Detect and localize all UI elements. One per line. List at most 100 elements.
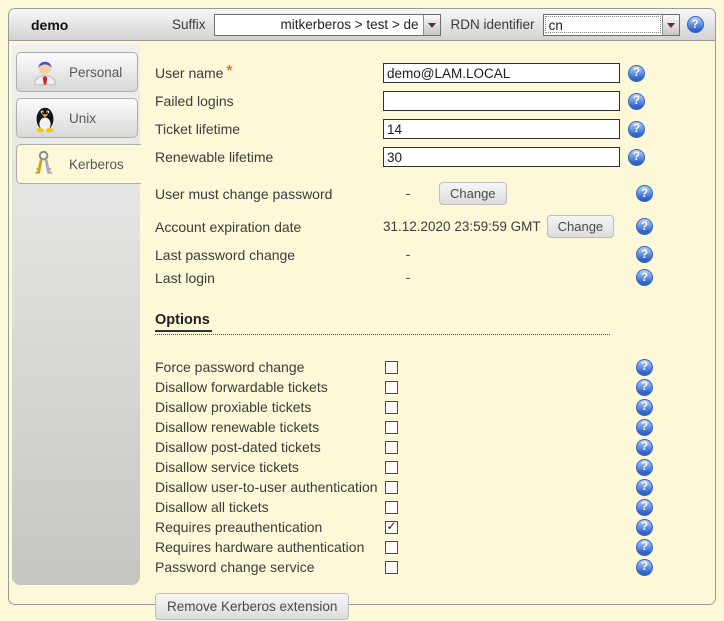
help-icon[interactable]: ? xyxy=(628,121,645,138)
help-icon[interactable]: ? xyxy=(687,16,704,33)
checkbox-password-change-service[interactable] xyxy=(385,561,398,574)
help-icon[interactable]: ? xyxy=(636,359,653,376)
info-row-last-login: Last login - ? xyxy=(155,266,715,289)
status-section: User must change password - Change ? Acc… xyxy=(155,177,715,289)
help-icon[interactable]: ? xyxy=(636,399,653,416)
option-row: Disallow forwardable tickets ? xyxy=(155,377,715,397)
help-icon[interactable]: ? xyxy=(636,269,653,286)
option-row: Disallow service tickets ? xyxy=(155,457,715,477)
change-password-button[interactable]: Change xyxy=(439,182,507,205)
account-expiration-value: 31.12.2020 23:59:59 GMT xyxy=(383,219,541,234)
help-icon[interactable]: ? xyxy=(636,218,653,235)
help-icon[interactable]: ? xyxy=(636,185,653,202)
renewable-lifetime-input[interactable] xyxy=(383,147,620,167)
failed-logins-label: Failed logins xyxy=(155,93,383,109)
suffix-label: Suffix xyxy=(172,17,206,32)
help-icon[interactable]: ? xyxy=(628,149,645,166)
account-title: demo xyxy=(17,17,172,33)
options-heading-text: Options xyxy=(155,312,212,332)
help-icon[interactable]: ? xyxy=(636,419,653,436)
tab-unix[interactable]: Unix xyxy=(16,98,138,138)
help-icon[interactable]: ? xyxy=(636,539,653,556)
info-row-must-change-password: User must change password - Change ? xyxy=(155,177,715,210)
force-password-change-label: Force password change xyxy=(155,359,383,375)
dropdown-arrow-button[interactable] xyxy=(662,15,679,35)
suffix-select-value: mitkerberos > test > de xyxy=(215,17,423,32)
help-icon[interactable]: ? xyxy=(628,93,645,110)
required-marker: * xyxy=(226,62,232,79)
change-expiration-button[interactable]: Change xyxy=(547,215,615,238)
checkbox-force-password-change[interactable] xyxy=(385,361,398,374)
tab-kerberos[interactable]: Kerberos xyxy=(16,144,141,184)
kerberos-form: User name* ? Failed logins ? Ticket life… xyxy=(140,41,715,605)
tab-label: Unix xyxy=(69,111,96,126)
options-section: Force password change ? Disallow forward… xyxy=(155,357,715,577)
help-icon[interactable]: ? xyxy=(636,479,653,496)
last-password-change-value: - xyxy=(383,247,433,262)
disallow-service-tickets-label: Disallow service tickets xyxy=(155,459,383,475)
info-row-account-expiration: Account expiration date 31.12.2020 23:59… xyxy=(155,210,715,243)
help-icon[interactable]: ? xyxy=(636,379,653,396)
module-tab-sidebar: Personal Unix xyxy=(12,44,140,585)
options-heading: Options xyxy=(155,311,610,335)
checkbox-disallow-proxiable-tickets[interactable] xyxy=(385,401,398,414)
disallow-renewable-tickets-label: Disallow renewable tickets xyxy=(155,419,383,435)
help-icon[interactable]: ? xyxy=(636,499,653,516)
option-row: Password change service ? xyxy=(155,557,715,577)
help-icon[interactable]: ? xyxy=(636,439,653,456)
chevron-down-icon xyxy=(428,23,436,32)
checkbox-requires-hardware-authentication[interactable] xyxy=(385,541,398,554)
last-login-label: Last login xyxy=(155,270,383,286)
password-change-service-label: Password change service xyxy=(155,559,383,575)
option-row: Disallow renewable tickets ? xyxy=(155,417,715,437)
checkbox-disallow-post-dated-tickets[interactable] xyxy=(385,441,398,454)
field-row-renewable-lifetime: Renewable lifetime ? xyxy=(155,143,715,171)
option-row: Requires preauthentication ? xyxy=(155,517,715,537)
checkbox-disallow-forwardable-tickets[interactable] xyxy=(385,381,398,394)
disallow-post-dated-tickets-label: Disallow post-dated tickets xyxy=(155,439,383,455)
checkbox-disallow-user-to-user-authentication[interactable] xyxy=(385,481,398,494)
help-icon[interactable]: ? xyxy=(636,459,653,476)
checkbox-requires-preauthentication[interactable] xyxy=(385,521,398,534)
disallow-forwardable-tickets-label: Disallow forwardable tickets xyxy=(155,379,383,395)
tab-personal[interactable]: Personal xyxy=(16,52,138,92)
rdn-select-value: cn xyxy=(545,16,661,33)
ticket-lifetime-input[interactable] xyxy=(383,119,620,139)
tab-label: Personal xyxy=(69,65,122,80)
help-icon[interactable]: ? xyxy=(636,559,653,576)
ticket-lifetime-label: Ticket lifetime xyxy=(155,121,383,137)
user-name-label: User name xyxy=(155,65,223,81)
requires-preauthentication-label: Requires preauthentication xyxy=(155,519,383,535)
last-password-change-label: Last password change xyxy=(155,247,383,263)
failed-logins-input[interactable] xyxy=(383,91,620,111)
requires-hardware-authentication-label: Requires hardware authentication xyxy=(155,539,383,555)
disallow-proxiable-tickets-label: Disallow proxiable tickets xyxy=(155,399,383,415)
checkbox-disallow-all-tickets[interactable] xyxy=(385,501,398,514)
rdn-identifier-select[interactable]: cn xyxy=(543,14,680,36)
window-body: Personal Unix xyxy=(9,41,715,605)
dropdown-arrow-button[interactable] xyxy=(423,15,440,35)
option-row: Disallow all tickets ? xyxy=(155,497,715,517)
suffix-select[interactable]: mitkerberos > test > de xyxy=(214,14,441,36)
account-expiration-label: Account expiration date xyxy=(155,219,383,235)
option-row: Force password change ? xyxy=(155,357,715,377)
disallow-user-to-user-authentication-label: Disallow user-to-user authentication xyxy=(155,479,383,495)
penguin-icon xyxy=(30,103,60,133)
last-login-value: - xyxy=(383,270,433,285)
info-row-last-password-change: Last password change - ? xyxy=(155,243,715,266)
must-change-password-value: - xyxy=(383,186,433,201)
help-icon[interactable]: ? xyxy=(636,246,653,263)
must-change-password-label: User must change password xyxy=(155,186,383,202)
user-name-input[interactable] xyxy=(383,63,620,83)
tab-label: Kerberos xyxy=(69,157,124,172)
option-row: Disallow proxiable tickets ? xyxy=(155,397,715,417)
option-row: Requires hardware authentication ? xyxy=(155,537,715,557)
checkbox-disallow-service-tickets[interactable] xyxy=(385,461,398,474)
remove-kerberos-extension-button[interactable]: Remove Kerberos extension xyxy=(155,593,349,620)
rdn-identifier-label: RDN identifier xyxy=(451,17,535,32)
chevron-down-icon xyxy=(667,23,675,32)
field-row-user-name: User name* ? xyxy=(155,59,715,87)
help-icon[interactable]: ? xyxy=(628,65,645,82)
help-icon[interactable]: ? xyxy=(636,519,653,536)
checkbox-disallow-renewable-tickets[interactable] xyxy=(385,421,398,434)
